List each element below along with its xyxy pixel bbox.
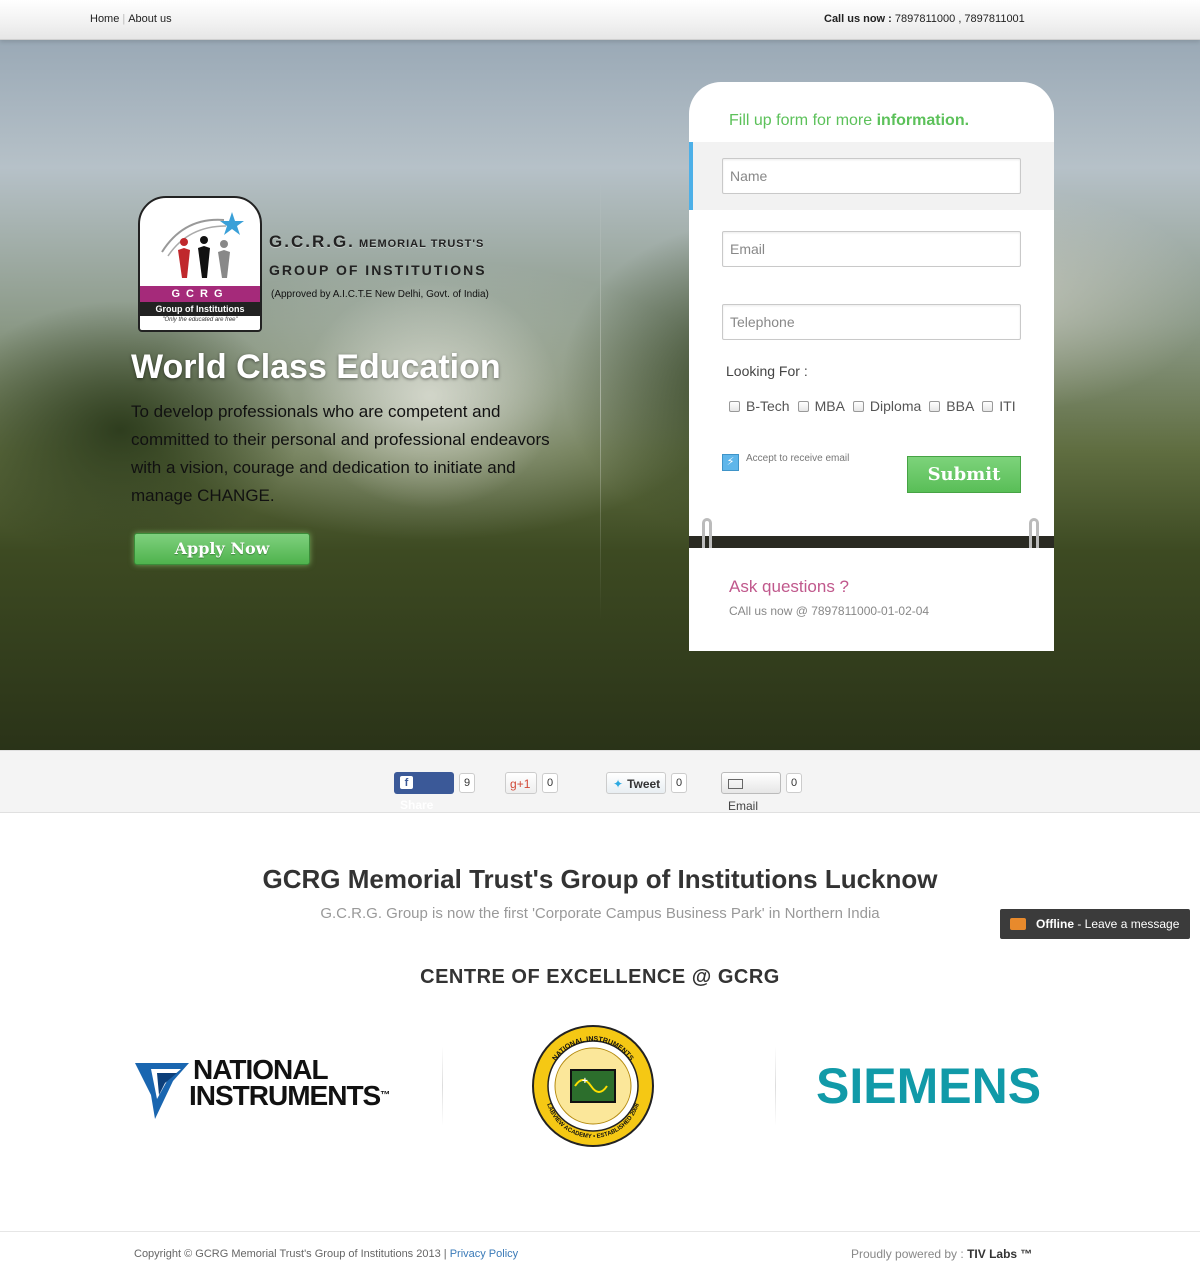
- checkbox-label: BBA: [946, 398, 975, 414]
- checkbox-iti[interactable]: ITI: [982, 398, 1016, 414]
- chat-icon: [1010, 918, 1026, 930]
- checkbox-btech[interactable]: B-Tech: [729, 398, 790, 414]
- chat-message: - Leave a message: [1074, 917, 1180, 931]
- checkbox-label: MBA: [814, 398, 845, 414]
- call-us-numbers: 7897811000 , 7897811001: [894, 13, 1025, 25]
- main-title: GCRG Memorial Trust's Group of Instituti…: [262, 864, 938, 894]
- copyright: Copyright © GCRG Memorial Trust's Group …: [134, 1248, 518, 1260]
- logo-approved: (Approved by A.I.C.T.E New Delhi, Govt. …: [271, 289, 489, 300]
- ni-logo-line2: INSTRUMENTS™: [189, 1080, 390, 1111]
- gplus-count: 0: [542, 773, 558, 793]
- logo-title-gcrg: G.C.R.G.: [269, 232, 355, 251]
- logo-title-trust: MEMORIAL TRUST'S: [354, 238, 485, 250]
- submit-button[interactable]: Submit: [907, 456, 1021, 493]
- looking-for-label: Looking For :: [726, 363, 808, 379]
- offline-chat-widget[interactable]: Offline - Leave a message: [1000, 909, 1190, 939]
- footer: Copyright © GCRG Memorial Trust's Group …: [0, 1231, 1200, 1277]
- chat-text: Offline - Leave a message: [1036, 909, 1179, 939]
- centre-of-excellence-heading: CENTRE OF EXCELLENCE @ GCRG: [420, 966, 780, 988]
- email-share-label: Email: [728, 799, 759, 813]
- telephone-field[interactable]: [722, 304, 1021, 340]
- facebook-share-count: 9: [459, 773, 475, 793]
- partner-divider: [775, 1046, 776, 1126]
- ni-logo-line2-text: INSTRUMENTS: [189, 1080, 381, 1111]
- logo-band: GCRG: [140, 286, 260, 302]
- checkbox-box[interactable]: [729, 400, 740, 412]
- checkbox-box[interactable]: [929, 400, 941, 412]
- privacy-policy-link[interactable]: Privacy Policy: [450, 1248, 518, 1260]
- chat-status: Offline: [1036, 917, 1074, 931]
- powered-by-label: Proudly powered by :: [851, 1247, 968, 1261]
- tweet-count: 0: [671, 773, 687, 793]
- enquiry-form: Fill up form for more information. Looki…: [689, 82, 1054, 536]
- top-nav: Home | About us: [90, 13, 172, 25]
- checkbox-label: ITI: [999, 398, 1016, 414]
- hero-heading: World Class Education: [131, 348, 501, 386]
- partner-divider: [442, 1046, 443, 1126]
- facebook-share-label: Share: [400, 798, 434, 812]
- checkbox-box[interactable]: [797, 400, 809, 412]
- tweet-button[interactable]: ✦ Tweet: [606, 772, 666, 794]
- labview-academy-seal: + NATIONAL INSTRUMENTS LABVIEW ACADEMY •…: [532, 1025, 654, 1147]
- logo-subtitle: GROUP OF INSTITUTIONS: [269, 262, 487, 278]
- form-title: Fill up form for more information.: [729, 112, 969, 130]
- gplus-label: +1: [516, 777, 531, 791]
- share-bar: f Share 9 g+1 0 ✦ Tweet 0 Email 0: [0, 750, 1200, 813]
- lightning-icon[interactable]: ⚡: [722, 454, 739, 471]
- gplus-icon: g: [510, 777, 517, 791]
- national-instruments-eagle-icon: [135, 1063, 189, 1119]
- course-checkboxes: B-Tech MBA Diploma BBA ITI: [729, 398, 1024, 414]
- call-us: Call us now : 7897811000 , 7897811001: [824, 13, 1025, 25]
- copyright-text: Copyright © GCRG Memorial Trust's Group …: [134, 1248, 450, 1260]
- facebook-icon: f: [400, 776, 413, 790]
- checkbox-bba[interactable]: BBA: [929, 398, 974, 414]
- logo-band-subtitle: Group of Institutions: [140, 302, 260, 316]
- ni-logo-tm: ™: [380, 1090, 390, 1101]
- checkbox-box[interactable]: [852, 400, 864, 412]
- email-share-count: 0: [786, 773, 802, 793]
- form-title-text: Fill up form for more: [729, 112, 877, 129]
- tweet-label: Tweet: [627, 777, 661, 791]
- ask-questions-title: Ask questions ?: [729, 577, 850, 596]
- siemens-logo: SIEMENS: [816, 1058, 1042, 1114]
- logo-tagline: "Only the educated are free": [162, 317, 238, 323]
- powered-by: Proudly powered by : TIV Labs ™: [851, 1247, 1032, 1261]
- twitter-bird-icon: ✦: [613, 777, 624, 791]
- checkbox-mba[interactable]: MBA: [797, 398, 845, 414]
- hero-description: To develop professionals who are compete…: [131, 402, 550, 505]
- envelope-icon: [728, 778, 743, 789]
- national-instruments-logo: NATIONAL INSTRUMENTS™: [133, 1055, 393, 1121]
- email-field[interactable]: [722, 231, 1021, 267]
- nav-about-link[interactable]: About us: [128, 13, 171, 25]
- facebook-share-button[interactable]: f Share: [394, 772, 454, 812]
- svg-text:+: +: [582, 1076, 588, 1087]
- logo-figures-icon: [161, 212, 244, 278]
- checkbox-label: B-Tech: [746, 398, 790, 414]
- logo-title: G.C.R.G. MEMORIAL TRUST'S: [269, 232, 484, 252]
- nav-home-link[interactable]: Home: [90, 13, 119, 25]
- top-bar: Home | About us Call us now : 7897811000 ,…: [0, 0, 1200, 40]
- gplus-button[interactable]: g+1: [505, 772, 537, 794]
- powered-by-name: TIV Labs ™: [967, 1247, 1033, 1261]
- accept-email-label: Accept to receive email: [746, 453, 850, 464]
- ask-questions-phone: CAll us now @ 7897811000-01-02-04: [729, 604, 930, 618]
- call-us-label: Call us now :: [824, 13, 892, 25]
- form-binder-bar: [689, 536, 1054, 548]
- checkbox-label: Diploma: [869, 398, 922, 414]
- checkbox-diploma[interactable]: Diploma: [852, 398, 922, 414]
- ask-questions-card: Ask questions ? CAll us now @ 7897811000…: [689, 548, 1054, 651]
- logo-badge: GCRG Group of Institutions "Only the edu…: [138, 196, 262, 332]
- email-share-button[interactable]: Email: [721, 772, 781, 813]
- checkbox-box[interactable]: [982, 400, 994, 412]
- name-row: [689, 142, 1054, 210]
- apply-now-button[interactable]: Apply Now: [134, 533, 310, 565]
- name-field[interactable]: [722, 158, 1021, 194]
- gcrg-logo: GCRG Group of Institutions "Only the edu…: [138, 196, 558, 332]
- form-title-bold: information.: [876, 112, 970, 129]
- hero-divider: [600, 180, 601, 620]
- nav-separator: |: [122, 13, 126, 25]
